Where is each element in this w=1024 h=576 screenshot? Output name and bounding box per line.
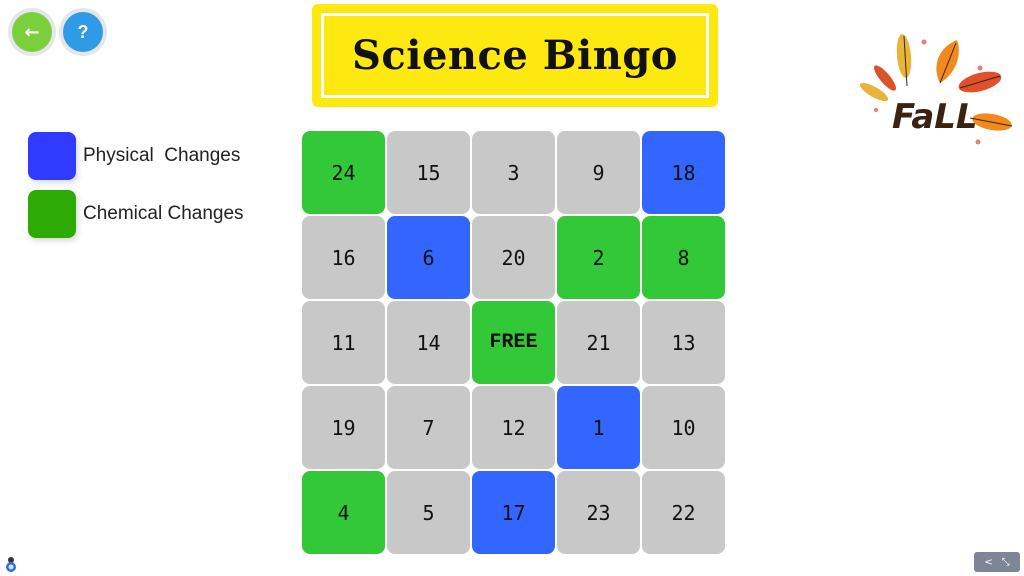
bingo-cell[interactable]: 23	[557, 471, 640, 554]
fullscreen-icon[interactable]: ⤡	[1002, 557, 1010, 568]
title-banner: Science Bingo	[312, 4, 718, 107]
leaf-icon	[936, 40, 959, 84]
bingo-cell[interactable]: 10	[642, 386, 725, 469]
bingo-cell[interactable]: 11	[302, 301, 385, 384]
bingo-cell[interactable]: 3	[472, 131, 555, 214]
legend-item-physical: Physical Changes	[28, 132, 244, 180]
bingo-cell[interactable]: 2	[557, 216, 640, 299]
bingo-cell[interactable]: 7	[387, 386, 470, 469]
bingo-cell[interactable]: 1	[557, 386, 640, 469]
bingo-cell[interactable]: 8	[642, 216, 725, 299]
bingo-cell[interactable]: 20	[472, 216, 555, 299]
legend: Physical Changes Chemical Changes	[28, 132, 244, 248]
arrow-left-icon: ←	[24, 21, 40, 43]
fall-leaves-logo: FaLL	[859, 34, 1013, 145]
question-icon: ?	[77, 21, 89, 42]
bingo-cell[interactable]: 21	[557, 301, 640, 384]
bottom-toolbar: < ⤡	[974, 552, 1020, 572]
bingo-cell[interactable]: 12	[472, 386, 555, 469]
bingo-cell[interactable]: 14	[387, 301, 470, 384]
legend-swatch-physical	[28, 132, 76, 180]
mascot-icon	[4, 556, 18, 572]
legend-item-chemical: Chemical Changes	[28, 190, 244, 238]
bingo-cell[interactable]: 19	[302, 386, 385, 469]
bingo-cell[interactable]: 6	[387, 216, 470, 299]
fall-text: FaLL	[892, 97, 978, 137]
bingo-board: 24 15 3 9 18 16 6 20 2 8 11 14 FREE 21 13 19 7 12 1 10 4 5 17 2…	[302, 131, 728, 557]
help-button[interactable]: ?	[59, 8, 107, 56]
share-icon[interactable]: <	[984, 557, 992, 568]
back-button[interactable]: ←	[8, 8, 56, 56]
bingo-cell[interactable]: 13	[642, 301, 725, 384]
legend-label-chemical: Chemical Changes	[83, 203, 244, 224]
bingo-cell-free[interactable]: FREE	[472, 301, 555, 384]
bingo-cell[interactable]: 18	[642, 131, 725, 214]
leaf-icon	[896, 34, 912, 87]
bingo-cell[interactable]: 9	[557, 131, 640, 214]
bingo-cell[interactable]: 22	[642, 471, 725, 554]
bingo-cell[interactable]: 17	[472, 471, 555, 554]
bingo-cell[interactable]: 15	[387, 131, 470, 214]
bingo-cell[interactable]: 5	[387, 471, 470, 554]
page-title: Science Bingo	[352, 32, 678, 79]
legend-label-physical: Physical Changes	[83, 145, 241, 166]
bingo-cell[interactable]: 4	[302, 471, 385, 554]
legend-swatch-chemical	[28, 190, 76, 238]
bingo-cell[interactable]: 16	[302, 216, 385, 299]
bingo-cell[interactable]: 24	[302, 131, 385, 214]
leaf-icon	[958, 71, 1002, 93]
